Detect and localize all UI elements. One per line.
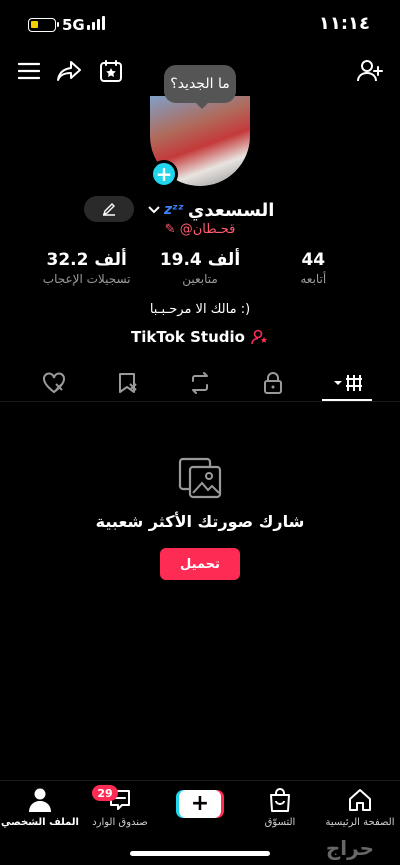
whats-new-tooltip[interactable]: ما الجديد؟ [164,65,236,109]
chevron-down-icon[interactable] [148,205,160,215]
tab-videos[interactable] [326,368,370,398]
stat-followers[interactable]: 19.4 ألف متابعين [145,250,255,294]
display-name: السسعدي [187,199,275,221]
add-friend-icon[interactable] [356,58,384,84]
nav-profile[interactable]: الملف الشخصي [0,787,80,828]
shopping-bag-icon [240,787,320,813]
calendar-star-icon[interactable] [98,58,124,84]
studio-person-icon [251,329,267,345]
nav-shop[interactable]: التسوّق [240,787,320,828]
nav-shop-label: التسوّق [264,817,296,828]
liked-icon [43,372,65,394]
empty-state-title: شارك صورتك الأكثر شعبية [95,512,305,531]
tab-favorites[interactable] [108,368,148,398]
share-icon[interactable] [56,58,82,84]
videos-grid-icon [334,375,362,391]
nav-home-label: الصفحة الرئيسية [325,817,395,828]
favorites-icon [119,373,137,393]
tab-private[interactable] [253,368,293,398]
username: ✎ @قحـطان [0,222,400,237]
studio-label: TikTok Studio [131,328,245,346]
bio: مالك الا مرحـبـبا :) [149,302,251,317]
tab-indicator [322,399,372,401]
photo-icon [176,455,224,501]
edit-profile-button[interactable] [84,196,134,222]
signal-icon [87,16,105,30]
nav-inbox[interactable]: 29 صندوق الوارد [80,785,160,828]
battery-icon [28,18,59,32]
inbox-badge: 29 [92,785,118,801]
lock-icon [264,372,282,394]
nav-inbox-label: صندوق الوارد [92,817,148,828]
add-story-button[interactable]: + [150,160,178,188]
upload-button[interactable]: تحميل [160,548,240,580]
home-indicator [130,851,270,856]
clock: ١١:١٤ [318,13,370,34]
tab-liked[interactable] [34,368,74,398]
tiktok-studio-link[interactable]: TikTok Studio [0,328,400,346]
stat-following[interactable]: 44 أتابعه [258,250,368,294]
name-row: zᶻᶻ السسعدي [148,198,274,222]
nav-profile-label: الملف الشخصي [1,817,79,828]
pencil-icon: ✎ [164,222,176,237]
stat-likes[interactable]: 32.2 ألف تسجيلات الإعجاب [32,250,142,294]
repost-icon [192,372,208,394]
menu-icon[interactable] [16,58,42,84]
status-bar: 5G ١١:١٤ [0,0,400,50]
pencil-icon [102,203,115,216]
create-button[interactable]: + [179,790,221,818]
sleep-emoji: zᶻᶻ [164,202,184,218]
network-label: 5G [62,16,85,34]
stats-row: 32.2 ألف تسجيلات الإعجاب 19.4 ألف متابعي… [0,250,400,294]
content-tabs [0,364,400,402]
nav-home[interactable]: الصفحة الرئيسية [320,787,400,828]
home-icon [320,787,400,813]
tab-repost[interactable] [180,368,220,398]
watermark: حراج [325,836,374,860]
profile-icon [0,787,80,813]
username-text: @قحـطان [179,222,236,237]
